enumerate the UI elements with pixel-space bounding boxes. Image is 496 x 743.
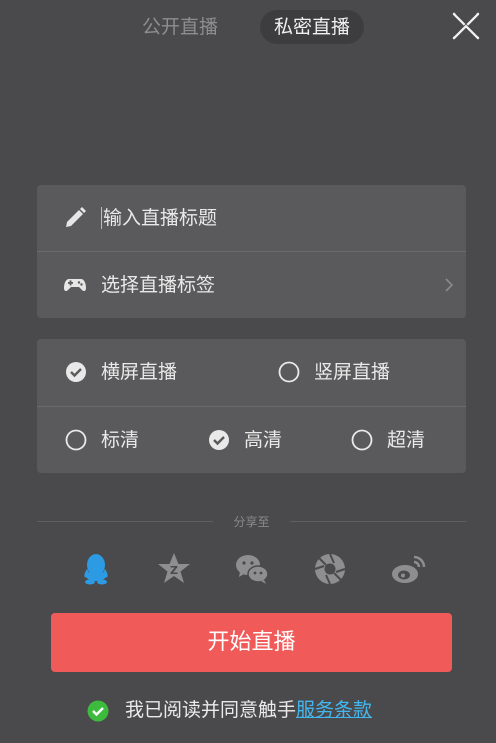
- weibo-icon[interactable]: [390, 551, 426, 587]
- tab-private-live[interactable]: 私密直播: [260, 10, 365, 44]
- divider: [290, 521, 466, 522]
- top-tabs: 公开直播 私密直播: [0, 10, 496, 44]
- orientation-landscape-label: 横屏直播: [101, 361, 178, 383]
- svg-text:Z: Z: [170, 564, 178, 577]
- orientation-portrait-label: 竖屏直播: [314, 361, 391, 383]
- text-caret: [101, 207, 102, 229]
- qzone-icon[interactable]: Z: [156, 551, 192, 587]
- quality-ultra-label: 超清: [387, 429, 426, 451]
- quality-standard-label: 标清: [101, 429, 140, 451]
- agree-check-icon[interactable]: [87, 700, 109, 722]
- qq-icon[interactable]: [78, 551, 114, 587]
- stream-settings-card: 横屏直播 竖屏直播 标清 高清 超清: [37, 339, 466, 473]
- radio-empty-icon: [351, 429, 373, 451]
- start-live-button[interactable]: 开始直播: [51, 613, 452, 672]
- tag-select-row[interactable]: 选择直播标签: [37, 252, 466, 318]
- moments-icon[interactable]: [312, 551, 348, 587]
- radio-empty-icon: [278, 361, 300, 383]
- radio-empty-icon: [65, 429, 87, 451]
- close-icon: [452, 12, 480, 40]
- share-icons: Z: [0, 551, 496, 587]
- close-button[interactable]: [450, 10, 482, 42]
- agreement-text: 我已阅读并同意触手服务条款: [125, 696, 372, 724]
- tab-public-live[interactable]: 公开直播: [142, 10, 218, 44]
- share-section-header: 分享至: [37, 513, 466, 531]
- share-title: 分享至: [233, 515, 270, 529]
- title-input-row[interactable]: 输入直播标题: [37, 185, 466, 251]
- agreement-prefix: 我已阅读并同意触手: [125, 699, 297, 721]
- live-info-card: 输入直播标题 选择直播标签: [37, 185, 466, 318]
- terms-link[interactable]: 服务条款: [296, 699, 372, 721]
- checked-circle-icon: [66, 362, 86, 382]
- checked-circle-icon: [209, 430, 229, 450]
- gamepad-icon: [64, 279, 86, 292]
- title-input[interactable]: 输入直播标题: [103, 185, 217, 251]
- quality-high-label: 高清: [244, 429, 283, 451]
- pencil-icon: [66, 207, 86, 227]
- chevron-right-icon: [445, 278, 454, 292]
- wechat-icon[interactable]: [234, 551, 270, 587]
- tag-select-label: 选择直播标签: [101, 274, 216, 296]
